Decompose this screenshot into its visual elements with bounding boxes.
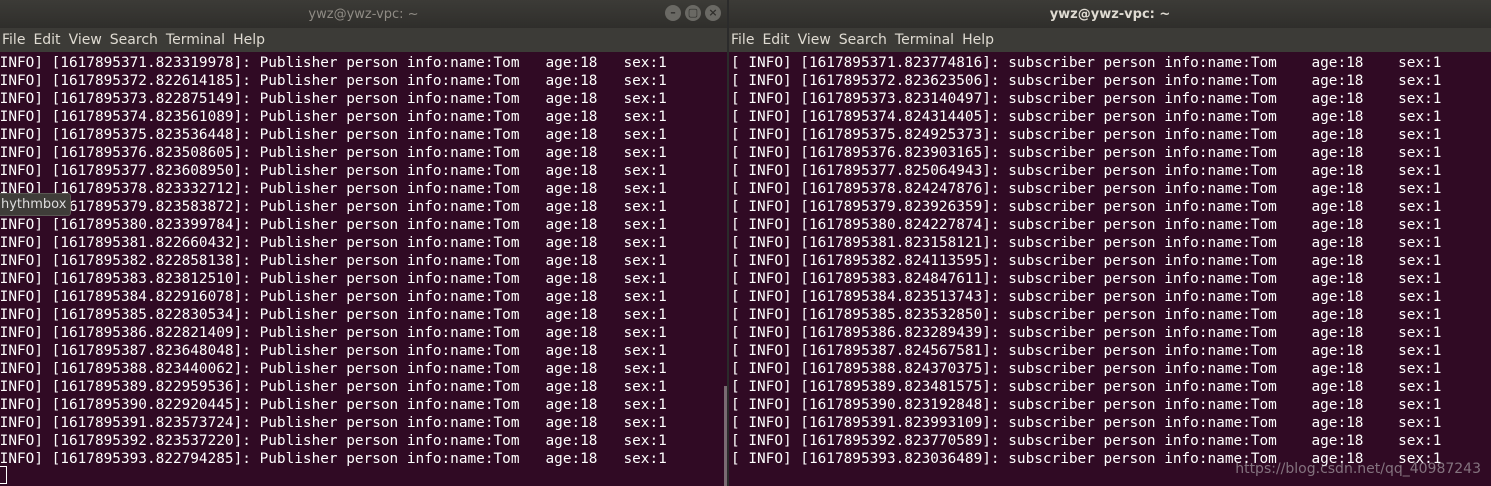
terminal-line: [ INFO] [1617895389.823481575]: subscrib… — [731, 379, 1442, 395]
terminal-line: [ INFO] [1617895383.824847611]: subscrib… — [731, 271, 1442, 287]
terminal-line: INFO] [1617895373.822875149]: Publisher … — [0, 91, 667, 107]
terminal-line: INFO] [1617895391.823573724]: Publisher … — [0, 415, 667, 431]
terminal-line: INFO] [1617895371.823319978]: Publisher … — [0, 55, 667, 71]
right-menu-file[interactable]: File — [729, 32, 760, 48]
terminal-line: INFO] [1617895389.822959536]: Publisher … — [0, 379, 667, 395]
left-scrollbar-thumb[interactable] — [724, 386, 727, 486]
terminal-line: INFO] [1617895390.822920445]: Publisher … — [0, 397, 667, 413]
terminal-line: [ INFO] [1617895391.823993109]: subscrib… — [731, 415, 1442, 431]
terminal-line: [ INFO] [1617895373.823140497]: subscrib… — [731, 91, 1442, 107]
terminal-line: [ INFO] [1617895385.823532850]: subscrib… — [731, 307, 1442, 323]
left-menu-view[interactable]: View — [69, 32, 108, 48]
right-menu-terminal[interactable]: Terminal — [895, 32, 960, 48]
terminal-line: [ INFO] [1617895376.823903165]: subscrib… — [731, 145, 1442, 161]
terminal-line: INFO] [1617895372.822614185]: Publisher … — [0, 73, 667, 89]
right-terminal-window: ywz@ywz-vpc: ~ File Edit View Search Ter… — [729, 0, 1491, 486]
terminal-line: INFO] [1617895386.822821409]: Publisher … — [0, 325, 667, 341]
left-menu-bar: File Edit View Search Terminal Help — [0, 28, 727, 52]
terminal-line: [ INFO] [1617895379.823926359]: subscrib… — [731, 199, 1442, 215]
dock-tooltip: hythmbox — [0, 193, 72, 216]
terminal-line: [ INFO] [1617895387.824567581]: subscrib… — [731, 343, 1442, 359]
terminal-line: INFO] [1617895387.823648048]: Publisher … — [0, 343, 667, 359]
left-terminal-window: ywz@ywz-vpc: ~ – ▢ × File Edit View Sear… — [0, 0, 727, 486]
left-terminal-output[interactable]: INFO] [1617895371.823319978]: Publisher … — [0, 52, 727, 486]
left-menu-terminal[interactable]: Terminal — [166, 32, 231, 48]
terminal-line: INFO] [1617895380.823399784]: Publisher … — [0, 217, 667, 233]
terminal-line: [ INFO] [1617895380.824227874]: subscrib… — [731, 217, 1442, 233]
close-icon[interactable]: × — [705, 5, 721, 21]
left-menu-help[interactable]: Help — [233, 32, 271, 48]
left-title-bar[interactable]: ywz@ywz-vpc: ~ – ▢ × — [0, 0, 727, 28]
terminal-line: INFO] [1617895384.822916078]: Publisher … — [0, 289, 667, 305]
terminal-cursor — [0, 466, 7, 484]
terminal-line: INFO] [1617895388.823440062]: Publisher … — [0, 361, 667, 377]
right-menu-edit[interactable]: Edit — [762, 32, 795, 48]
left-window-title: ywz@ywz-vpc: ~ — [308, 6, 419, 22]
terminal-line: [ INFO] [1617895382.824113595]: subscrib… — [731, 253, 1442, 269]
terminal-line: [ INFO] [1617895377.825064943]: subscrib… — [731, 163, 1442, 179]
terminal-line: [ INFO] [1617895381.823158121]: subscrib… — [731, 235, 1442, 251]
maximize-icon[interactable]: ▢ — [685, 5, 701, 21]
right-menu-view[interactable]: View — [798, 32, 837, 48]
right-terminal-output[interactable]: [ INFO] [1617895371.823774816]: subscrib… — [729, 52, 1491, 486]
terminal-line: [ INFO] [1617895388.824370375]: subscrib… — [731, 361, 1442, 377]
terminal-line: [ INFO] [1617895384.823513743]: subscrib… — [731, 289, 1442, 305]
minimize-icon[interactable]: – — [665, 5, 681, 21]
terminal-line: [ INFO] [1617895371.823774816]: subscrib… — [731, 55, 1442, 71]
left-menu-edit[interactable]: Edit — [33, 32, 66, 48]
terminal-line: INFO] [1617895374.823561089]: Publisher … — [0, 109, 667, 125]
terminal-line: [ INFO] [1617895372.823623506]: subscrib… — [731, 73, 1442, 89]
watermark: https://blog.csdn.net/qq_40987243 — [1235, 461, 1481, 477]
terminal-line: [ INFO] [1617895374.824314405]: subscrib… — [731, 109, 1442, 125]
right-title-bar[interactable]: ywz@ywz-vpc: ~ — [729, 0, 1491, 28]
left-window-controls: – ▢ × — [665, 5, 721, 21]
terminal-line: INFO] [1617895376.823508605]: Publisher … — [0, 145, 667, 161]
terminal-line: INFO] [1617895382.822858138]: Publisher … — [0, 253, 667, 269]
terminal-line: INFO] [1617895393.822794285]: Publisher … — [0, 451, 667, 467]
terminal-line: INFO] [1617895377.823608950]: Publisher … — [0, 163, 667, 179]
terminal-line: [ INFO] [1617895378.824247876]: subscrib… — [731, 181, 1442, 197]
right-menu-help[interactable]: Help — [962, 32, 1000, 48]
left-menu-search[interactable]: Search — [110, 32, 164, 48]
terminal-line: INFO] [1617895375.823536448]: Publisher … — [0, 127, 667, 143]
right-menu-bar: File Edit View Search Terminal Help — [729, 28, 1491, 52]
terminal-line: INFO] [1617895379.823583872]: Publisher … — [0, 199, 667, 215]
right-menu-search[interactable]: Search — [839, 32, 893, 48]
right-window-title: ywz@ywz-vpc: ~ — [1049, 6, 1171, 22]
terminal-line: [ INFO] [1617895390.823192848]: subscrib… — [731, 397, 1442, 413]
terminal-line: INFO] [1617895381.822660432]: Publisher … — [0, 235, 667, 251]
terminal-line: [ INFO] [1617895386.823289439]: subscrib… — [731, 325, 1442, 341]
terminal-line: INFO] [1617895378.823332712]: Publisher … — [0, 181, 667, 197]
left-menu-file[interactable]: File — [0, 32, 31, 48]
terminal-line: INFO] [1617895385.822830534]: Publisher … — [0, 307, 667, 323]
terminal-line: INFO] [1617895383.823812510]: Publisher … — [0, 271, 667, 287]
terminal-line: [ INFO] [1617895375.824925373]: subscrib… — [731, 127, 1442, 143]
terminal-line: [ INFO] [1617895392.823770589]: subscrib… — [731, 433, 1442, 449]
terminal-line: INFO] [1617895392.823537220]: Publisher … — [0, 433, 667, 449]
